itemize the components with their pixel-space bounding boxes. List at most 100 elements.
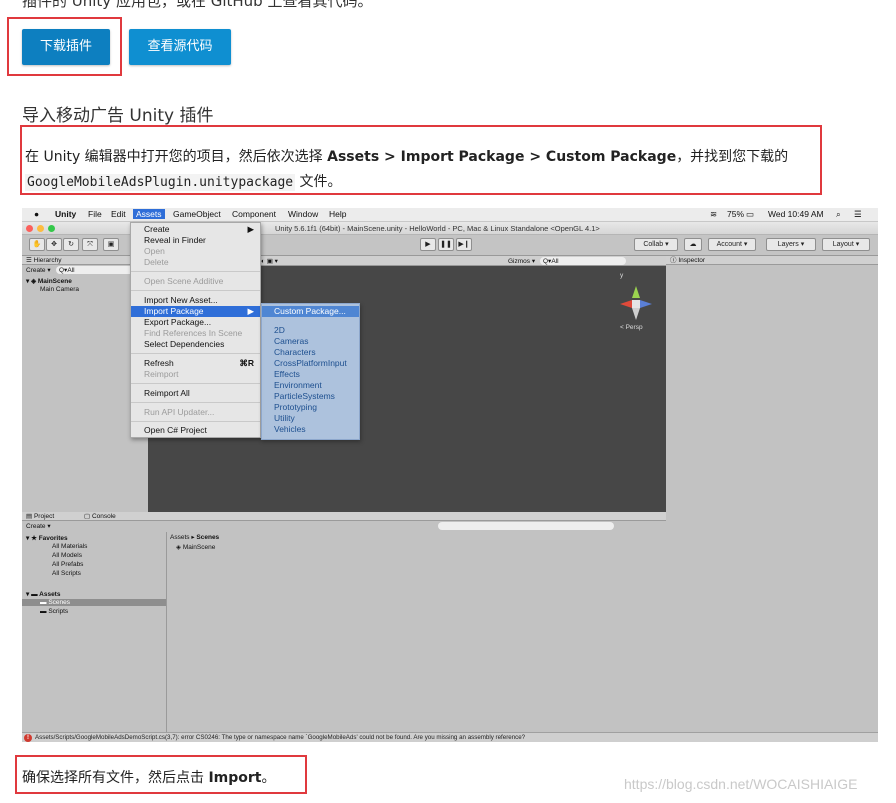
watermark: https://blog.csdn.net/WOCAISHIAIGE [624, 776, 858, 792]
submenu-item[interactable]: 2D [262, 325, 285, 336]
submenu-item[interactable]: Prototyping [262, 402, 317, 413]
menu-item-open: Open [144, 246, 165, 256]
menu-item-create[interactable]: Create ▶ [131, 224, 260, 235]
collab-button[interactable]: Collab ▾ [634, 238, 678, 251]
project-search[interactable] [438, 522, 614, 530]
submenu-item[interactable]: Effects [262, 369, 300, 380]
project-breadcrumb[interactable]: Assets ▸ Scenes [170, 533, 219, 541]
hierarchy-scene[interactable]: ▾ ◈ MainScene [26, 277, 72, 285]
menu-item-open-csharp-project[interactable]: Open C# Project [131, 425, 207, 436]
menu-item-run-api-updater: Run API Updater... [144, 407, 215, 417]
submenu-item[interactable]: Environment [262, 380, 322, 391]
clock: Wed 10:49 AM [768, 209, 824, 219]
menu-item-export-package[interactable]: Export Package... [131, 317, 211, 328]
move-tool[interactable]: ✥ [46, 238, 62, 251]
final-instruction: 确保选择所有文件，然后点击 Import。 [22, 770, 276, 786]
inspector-tab[interactable]: ⓘ Inspector [666, 256, 878, 265]
menu-help[interactable]: Help [329, 209, 346, 219]
scene-view-controls[interactable]: ◐ ▣ ▾ [261, 257, 278, 265]
window-title: Unity 5.6.1f1 (64bit) - MainScene.unity … [275, 224, 600, 233]
scenes-folder[interactable]: ▬ Scenes [22, 599, 166, 606]
persp-label[interactable]: < Persp [620, 324, 643, 331]
package-filename: GoogleMobileAdsPlugin.unitypackage [25, 174, 296, 191]
step-button[interactable]: ▶❙ [456, 238, 472, 251]
hierarchy-create[interactable]: Create ▾ [26, 266, 51, 274]
import-keyword: Import [208, 770, 262, 786]
play-button[interactable]: ▶ [420, 238, 436, 251]
battery-icon: ▭ [746, 209, 755, 219]
spotlight-icon[interactable]: ⌕ [836, 209, 841, 220]
scene-asset[interactable]: ◈ MainScene [176, 543, 215, 551]
menu-item-delete: Delete [144, 257, 169, 267]
favorite-item[interactable]: All Scripts [52, 570, 81, 577]
project-create[interactable]: Create ▾ [26, 522, 51, 530]
menu-unity[interactable]: Unity [55, 209, 76, 219]
menu-path: Assets > Import Package > Custom Package [327, 149, 677, 165]
menu-assets[interactable]: Assets [133, 209, 165, 219]
project-tab[interactable]: ▤ Project [26, 513, 54, 520]
submenu-item[interactable]: ParticleSystems [262, 391, 335, 402]
account-button[interactable]: Account ▾ [708, 238, 756, 251]
notification-icon[interactable]: ☰ [854, 209, 862, 220]
battery-level: 75% [727, 209, 745, 219]
view-source-button[interactable]: 查看源代码 [129, 29, 231, 65]
submenu-item[interactable]: Utility [262, 413, 295, 424]
minimize-dot[interactable] [37, 225, 44, 232]
submenu-item[interactable]: CrossPlatformInput [262, 358, 347, 369]
assets-folder[interactable]: ▾ ▬ Assets [26, 590, 60, 598]
scene-search[interactable]: Q▾All [540, 257, 626, 265]
unity-editor-screenshot: ● Unity File Edit Assets GameObject Comp… [22, 208, 878, 742]
menu-item-reveal[interactable]: Reveal in Finder [131, 235, 206, 246]
hand-tool[interactable]: ✋ [29, 238, 45, 251]
apple-icon: ● [34, 209, 40, 219]
layers-button[interactable]: Layers ▾ [766, 238, 816, 251]
hierarchy-main-camera[interactable]: Main Camera [40, 286, 79, 293]
menu-item-import-new-asset[interactable]: Import New Asset... [131, 295, 218, 306]
wifi-icon: ≋ [710, 209, 718, 219]
zoom-dot[interactable] [48, 225, 55, 232]
intro-text-cut: 插件的 Unity 应用包，或在 GitHub 上查看其代码。 [22, 0, 373, 10]
menu-item-refresh[interactable]: Refresh ⌘R [131, 358, 260, 369]
instruction-line-2: GoogleMobileAdsPlugin.unitypackage 文件。 [25, 174, 342, 191]
scene-gizmo-icon[interactable] [616, 282, 656, 322]
scripts-folder[interactable]: ▬ Scripts [40, 608, 68, 615]
error-icon: ! [24, 734, 32, 742]
import-package-submenu: Custom Package... 2D Cameras Characters … [261, 303, 360, 440]
gizmos-dropdown[interactable]: Gizmos ▾ [508, 257, 535, 265]
project-panel: ▤ Project ▢ Console Create ▾ ▾ ★ Favorit… [22, 512, 666, 732]
cloud-button[interactable]: ☁ [684, 238, 702, 251]
favorite-item[interactable]: All Models [52, 552, 82, 559]
favorite-item[interactable]: All Prefabs [52, 561, 83, 568]
inspector-panel: ⓘ Inspector [666, 256, 878, 732]
menu-file[interactable]: File [88, 209, 102, 219]
menu-component[interactable]: Component [232, 209, 276, 219]
rotate-tool[interactable]: ↻ [63, 238, 79, 251]
favorites-folder[interactable]: ▾ ★ Favorites [26, 534, 68, 542]
menu-gameobject[interactable]: GameObject [173, 209, 221, 219]
menu-edit[interactable]: Edit [111, 209, 126, 219]
project-divider [166, 532, 167, 732]
menu-item-import-package[interactable]: Import Package ▶ [131, 306, 260, 317]
menu-window[interactable]: Window [288, 209, 318, 219]
menu-item-select-dependencies[interactable]: Select Dependencies [131, 339, 224, 350]
download-plugin-button[interactable]: 下载插件 [22, 29, 110, 65]
error-message: Assets/Scripts/GoogleMobileAdsDemoScript… [35, 734, 526, 741]
menu-item-reimport-all[interactable]: Reimport All [131, 388, 190, 399]
menu-item-open-scene-additive: Open Scene Additive [144, 276, 224, 286]
close-dot[interactable] [26, 225, 33, 232]
submenu-item[interactable]: Vehicles [262, 424, 306, 435]
console-tab[interactable]: ▢ Console [84, 513, 116, 520]
submenu-item[interactable]: Cameras [262, 336, 308, 347]
status-bar[interactable]: ! Assets/Scripts/GoogleMobileAdsDemoScrip… [22, 732, 878, 742]
scale-tool[interactable]: ⤧ [82, 238, 98, 251]
assets-dropdown-menu: Create ▶ Reveal in Finder Open Delete Ope… [130, 222, 261, 438]
submenu-item[interactable]: Characters [262, 347, 316, 358]
favorite-item[interactable]: All Materials [52, 543, 87, 550]
rect-tool[interactable]: ▣ [103, 238, 119, 251]
submenu-custom-package[interactable]: Custom Package... [262, 306, 359, 317]
pause-button[interactable]: ❚❚ [438, 238, 454, 251]
section-heading: 导入移动广告 Unity 插件 [22, 106, 214, 126]
hierarchy-search[interactable]: Q▾All [56, 266, 136, 274]
menu-item-find-references: Find References In Scene [144, 328, 243, 338]
layout-button[interactable]: Layout ▾ [822, 238, 870, 251]
